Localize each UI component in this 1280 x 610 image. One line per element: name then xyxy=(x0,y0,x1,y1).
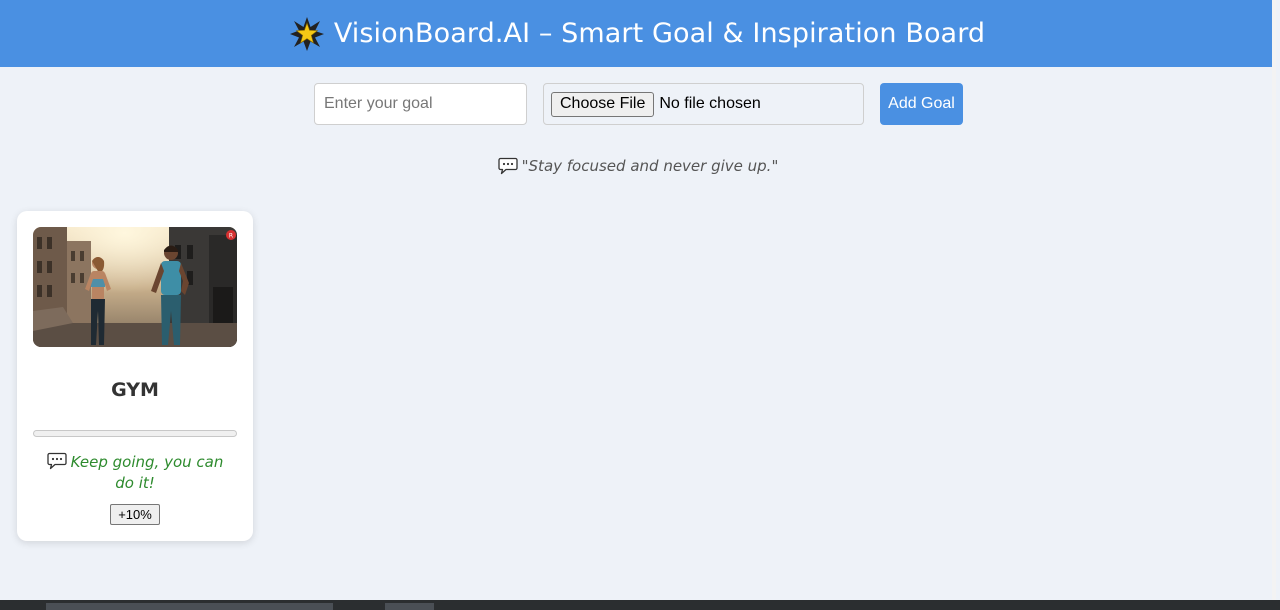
speech-bubble-icon xyxy=(497,157,518,175)
add-goal-button[interactable]: Add Goal xyxy=(880,83,963,125)
page: VisionBoard.AI – Smart Goal & Inspiratio… xyxy=(0,0,1276,600)
speech-bubble-icon xyxy=(46,452,67,470)
goal-image: R xyxy=(33,227,237,347)
goal-progress-bar xyxy=(33,430,237,437)
gym-photo: R xyxy=(33,227,237,347)
goal-card: R GYM Keep going, you can do it! +10% xyxy=(17,211,253,541)
taskbar-item[interactable] xyxy=(385,603,434,610)
svg-text:R: R xyxy=(229,233,233,240)
quote-text: "Stay focused and never give up." xyxy=(521,157,779,175)
star-icon xyxy=(289,16,324,51)
app-title: VisionBoard.AI – Smart Goal & Inspiratio… xyxy=(333,18,986,49)
app-header: VisionBoard.AI – Smart Goal & Inspiratio… xyxy=(0,0,1276,67)
goal-input[interactable] xyxy=(314,83,527,125)
file-picker: Choose File No file chosen xyxy=(543,83,864,125)
goal-message: Keep going, you can do it! xyxy=(37,452,233,494)
taskbar-item[interactable] xyxy=(46,603,333,610)
vertical-scrollbar[interactable] xyxy=(1272,0,1276,600)
os-taskbar xyxy=(0,600,1280,610)
goal-title: GYM xyxy=(111,379,159,401)
file-status-text: No file chosen xyxy=(659,95,761,112)
choose-file-button[interactable]: Choose File xyxy=(551,91,655,117)
goal-message-text: Keep going, you can do it! xyxy=(70,453,224,492)
increment-progress-button[interactable]: +10% xyxy=(110,504,160,525)
header-content: VisionBoard.AI – Smart Goal & Inspiratio… xyxy=(289,16,986,51)
motivational-quote: "Stay focused and never give up." xyxy=(0,157,1276,175)
